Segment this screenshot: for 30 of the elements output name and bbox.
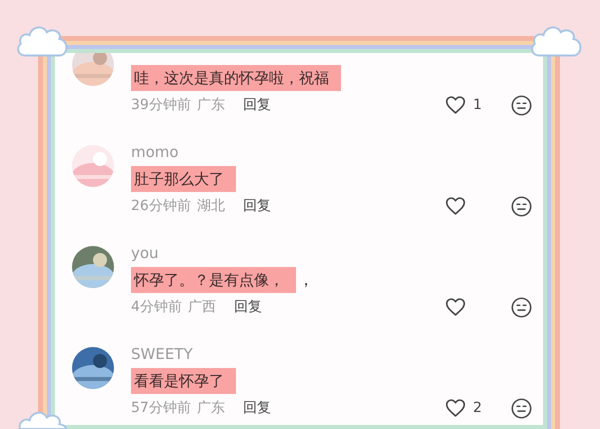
comment-time: 57分钟前 bbox=[131, 399, 191, 417]
comment-text: 看看是怀孕了 bbox=[131, 368, 236, 394]
neutral-face-icon[interactable] bbox=[511, 94, 532, 116]
comment-text: 肚子那么大了 bbox=[131, 166, 236, 192]
username: you bbox=[131, 244, 159, 262]
neutral-face-icon[interactable] bbox=[511, 296, 532, 318]
comment-text: ， bbox=[298, 270, 314, 290]
comment-time: 26分钟前 bbox=[131, 197, 191, 215]
reply-link[interactable]: 回复 bbox=[234, 298, 262, 316]
reply-link[interactable]: 回复 bbox=[242, 197, 271, 215]
username: SWEETY bbox=[131, 345, 193, 363]
comment-text: 哇，这次是真的怀孕啦，祝福 bbox=[131, 65, 341, 91]
comment-location: 广东 bbox=[196, 96, 225, 114]
like-count: 1 bbox=[473, 97, 482, 113]
comment-text: 怀孕了。？是有点像， bbox=[131, 267, 296, 293]
comment-time: 39分钟前 bbox=[131, 96, 191, 114]
reply-link[interactable]: 回复 bbox=[242, 96, 271, 114]
like-count: 2 bbox=[473, 400, 482, 416]
heart-icon[interactable] bbox=[445, 95, 466, 115]
username: momo bbox=[131, 143, 179, 161]
neutral-face-icon[interactable] bbox=[511, 196, 532, 216]
neutral-face-icon[interactable] bbox=[511, 398, 532, 418]
heart-icon[interactable] bbox=[445, 196, 466, 216]
heart-icon[interactable] bbox=[445, 398, 466, 418]
comment-time: 4分钟前 bbox=[131, 298, 182, 316]
comment-location: 广西 bbox=[188, 298, 216, 316]
heart-icon[interactable] bbox=[445, 297, 466, 317]
comment-location: 湖北 bbox=[196, 197, 225, 215]
comment-location: 广东 bbox=[196, 399, 225, 417]
reply-link[interactable]: 回复 bbox=[242, 399, 271, 417]
